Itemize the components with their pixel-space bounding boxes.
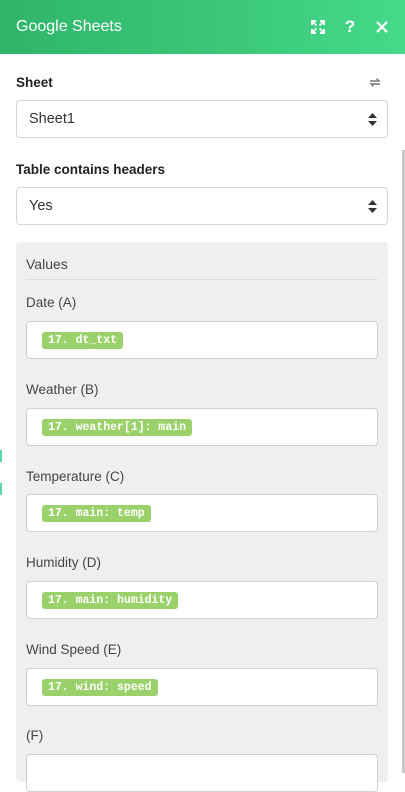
divider <box>26 279 378 280</box>
field-input-wind-speed[interactable]: 17. wind: speed <box>26 668 378 706</box>
mapped-value-pill[interactable]: 17. weather[1]: main <box>42 419 193 436</box>
field-label-temperature: Temperature (C) <box>26 469 125 484</box>
expand-icon[interactable] <box>309 18 327 36</box>
sheet-select[interactable]: Sheet1 <box>16 100 388 138</box>
field-label-date: Date (A) <box>26 295 77 310</box>
field-input-date[interactable]: 17. dt_txt <box>26 321 378 359</box>
headers-select[interactable]: Yes <box>16 187 388 225</box>
mapped-value-pill[interactable]: 17. dt_txt <box>42 332 124 349</box>
values-panel: Values Date (A) 17. dt_txt Weather (B) 1… <box>16 242 388 792</box>
field-input-f[interactable] <box>26 754 378 792</box>
field-input-humidity[interactable]: 17. main: humidity <box>26 581 378 619</box>
field-label-humidity: Humidity (D) <box>26 555 102 570</box>
module-header: Google Sheets ? <box>0 0 405 54</box>
headers-select-value: Yes <box>29 198 53 214</box>
headers-label: Table contains headers <box>16 162 166 177</box>
sort-icon <box>368 113 377 130</box>
mapped-value-pill[interactable]: 17. main: humidity <box>42 592 179 609</box>
field-label-weather: Weather (B) <box>26 382 99 397</box>
sheet-label: Sheet <box>16 75 53 90</box>
close-icon[interactable] <box>373 18 391 36</box>
sort-icon <box>368 200 377 217</box>
values-title: Values <box>26 256 68 272</box>
help-icon[interactable]: ? <box>341 18 359 36</box>
header-actions: ? <box>309 18 391 36</box>
field-input-temperature[interactable]: 17. main: temp <box>26 494 378 532</box>
mapped-value-pill[interactable]: 17. wind: speed <box>42 679 158 696</box>
mapping-toggle-icon[interactable] <box>368 76 382 94</box>
field-input-weather[interactable]: 17. weather[1]: main <box>26 408 378 446</box>
module-title: Google Sheets <box>16 18 122 35</box>
field-label-wind-speed: Wind Speed (E) <box>26 642 122 657</box>
sheet-select-value: Sheet1 <box>29 111 75 127</box>
canvas-edge-accent <box>0 483 2 495</box>
mapped-value-pill[interactable]: 17. main: temp <box>42 505 151 522</box>
field-label-f: (F) <box>26 728 44 743</box>
canvas-edge-accent <box>0 450 2 462</box>
